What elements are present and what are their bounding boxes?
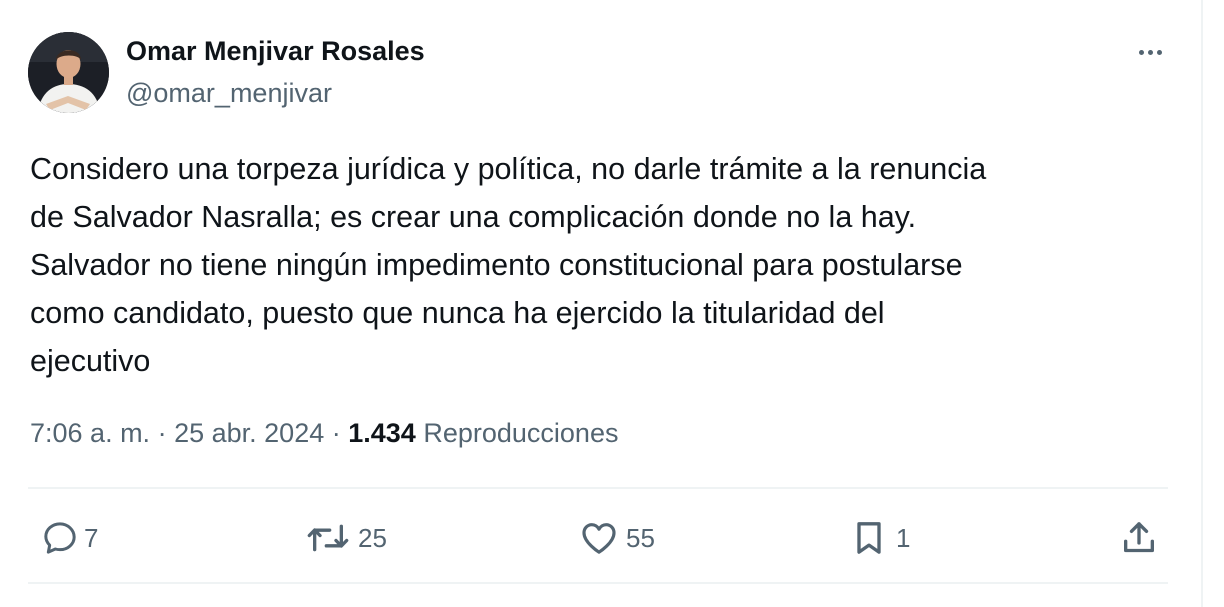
tweet-text-line: ejecutivo [30, 344, 151, 378]
retweet-count: 25 [358, 522, 387, 553]
dot [1138, 49, 1144, 55]
views-label: Reproducciones [423, 418, 619, 448]
like-button[interactable]: 55 [578, 514, 655, 562]
tweet-text-line: Salvador no tiene ningún impedimento con… [30, 248, 963, 282]
heart-icon [582, 523, 616, 554]
author-handle[interactable]: @omar_menjivar [126, 78, 332, 109]
bookmark-button[interactable]: 1 [848, 514, 910, 562]
tweet-time[interactable]: 7:06 a. m. [30, 418, 150, 448]
meta-separator: · [157, 418, 175, 448]
like-count: 55 [626, 522, 655, 553]
divider [28, 582, 1168, 584]
dot [1147, 49, 1153, 55]
more-options-icon[interactable] [1128, 34, 1172, 70]
bookmark-count: 1 [896, 522, 911, 553]
reply-icon [44, 522, 76, 554]
retweet-button[interactable]: 25 [304, 514, 387, 562]
tweet-date[interactable]: 25 abr. 2024 [174, 418, 324, 448]
tweet-text-line: Considero una torpeza jurídica y polític… [30, 152, 987, 186]
tweet-text-line: de Salvador Nasralla; es crear una compl… [30, 200, 917, 234]
reply-count: 7 [84, 522, 99, 553]
author-name[interactable]: Omar Menjivar Rosales [126, 36, 425, 67]
bookmark-icon [857, 522, 881, 554]
tweet-meta: 7:06 a. m. · 25 abr. 2024 · 1.434 Reprod… [30, 418, 618, 449]
timeline-border [1201, 0, 1203, 607]
tweet-text: Considero una torpeza jurídica y polític… [30, 145, 1150, 385]
share-button[interactable] [1118, 514, 1160, 562]
dot [1156, 49, 1162, 55]
reply-button[interactable]: 7 [38, 514, 98, 562]
profile-photo [28, 32, 109, 113]
tweet-text-line: como candidato, puesto que nunca ha ejer… [30, 296, 885, 330]
avatar[interactable] [28, 32, 109, 113]
share-icon [1124, 522, 1154, 553]
views-count: 1.434 [348, 418, 416, 448]
divider [28, 487, 1168, 489]
meta-separator: · [331, 418, 349, 448]
tweet-card: Omar Menjivar Rosales @omar_menjivar Con… [0, 0, 1200, 607]
retweet-icon [307, 524, 349, 552]
